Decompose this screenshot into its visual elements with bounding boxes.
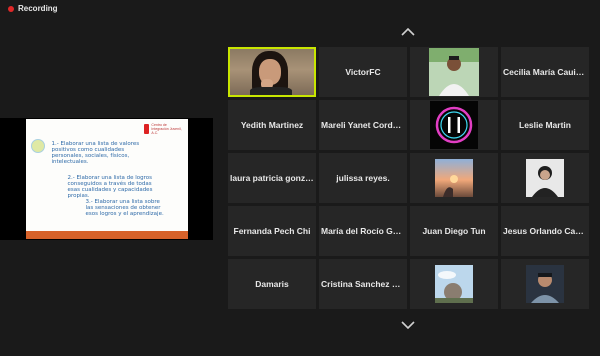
- participant-tile[interactable]: Yedith Martinez: [228, 100, 316, 150]
- slide-logo: Centro de Integración Juvenil, A.C.: [143, 123, 184, 135]
- shared-slide: Centro de Integración Juvenil, A.C. 1.- …: [25, 119, 188, 239]
- participant-name: Mareli Yanet Cordova...: [321, 120, 405, 130]
- slide-text-2: 2.- Elaborar una lista de logros consegu…: [67, 175, 153, 199]
- profile-photo-portrait-icon: [526, 159, 564, 197]
- recording-label: Recording: [18, 4, 58, 13]
- participant-tile[interactable]: [410, 153, 498, 203]
- participant-tile[interactable]: VictorFC: [319, 47, 407, 97]
- participant-tile[interactable]: [228, 47, 316, 97]
- profile-photo-sky-icon: [435, 265, 473, 303]
- participant-name: Jesus Orlando Cab Lu...: [503, 226, 587, 236]
- profile-photo-man-icon: [429, 48, 479, 96]
- chevron-up-icon: [401, 28, 415, 36]
- slide-badge-icon: [30, 139, 45, 153]
- chevron-down-icon: [401, 321, 415, 329]
- participant-tile[interactable]: María del Rocío Gamb...: [319, 206, 407, 256]
- participant-name: VictorFC: [345, 67, 381, 77]
- participant-grid: VictorFC Cecilia María Cauich... Yedith Ma…: [228, 47, 589, 309]
- shared-screen[interactable]: Centro de Integración Juvenil, A.C. 1.- …: [0, 118, 213, 240]
- participant-tile[interactable]: Jesus Orlando Cab Lu...: [501, 206, 589, 256]
- page-up-button[interactable]: [397, 24, 419, 40]
- participant-tile[interactable]: [410, 100, 498, 150]
- participant-tile[interactable]: Cristina Sanchez Och...: [319, 259, 407, 309]
- participant-name: María del Rocío Gamb...: [321, 226, 405, 236]
- participant-name: Cecilia María Cauich...: [503, 67, 587, 77]
- profile-photo-sunset-icon: [435, 159, 473, 197]
- participant-tile[interactable]: Juan Diego Tun: [410, 206, 498, 256]
- slide-text-3: 3.- Elaborar una lista sobre las sensaci…: [85, 199, 164, 217]
- participant-name: laura patricia gonzale...: [230, 173, 314, 183]
- slide-logo-text: Centro de Integración Juvenil, A.C.: [151, 123, 182, 135]
- participant-tile[interactable]: Fernanda Pech Chi: [228, 206, 316, 256]
- participant-tile[interactable]: Damaris: [228, 259, 316, 309]
- participant-tile[interactable]: laura patricia gonzale...: [228, 153, 316, 203]
- slide-footer-bar: [25, 231, 188, 239]
- participant-tile[interactable]: Mareli Yanet Cordova...: [319, 100, 407, 150]
- participant-name: julissa reyes.: [336, 173, 390, 183]
- participant-tile[interactable]: [501, 259, 589, 309]
- participant-name: Leslie Martin: [519, 120, 571, 130]
- participant-name: Yedith Martinez: [240, 120, 304, 130]
- participant-tile[interactable]: [410, 47, 498, 97]
- slide-text-1: 1.- Elaborar una lista de valores positi…: [51, 141, 140, 165]
- profile-photo-neon-logo-icon: [430, 101, 478, 149]
- profile-photo-man-2-icon: [526, 265, 564, 303]
- participant-tile[interactable]: julissa reyes.: [319, 153, 407, 203]
- participant-tile[interactable]: [410, 259, 498, 309]
- recording-indicator[interactable]: Recording: [8, 4, 58, 13]
- participant-name: Fernanda Pech Chi: [233, 226, 311, 236]
- participant-name: Cristina Sanchez Och...: [321, 279, 405, 289]
- recording-dot-icon: [8, 5, 14, 12]
- participant-tile[interactable]: Cecilia María Cauich...: [501, 47, 589, 97]
- participant-tile[interactable]: [501, 153, 589, 203]
- participant-tile[interactable]: Leslie Martin: [501, 100, 589, 150]
- page-down-button[interactable]: [397, 317, 419, 333]
- participant-name: Damaris: [255, 279, 289, 289]
- cij-logo-icon: [143, 124, 150, 134]
- participant-video-icon: [230, 49, 314, 95]
- participant-name: Juan Diego Tun: [422, 226, 486, 236]
